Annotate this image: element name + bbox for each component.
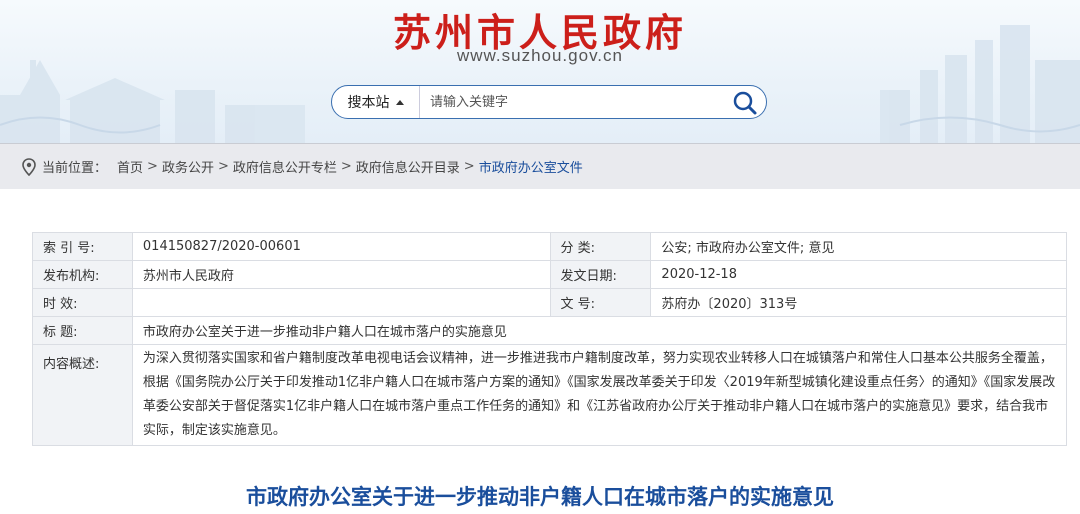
index-label: 索 引 号: xyxy=(32,232,133,261)
document-info-table: 索 引 号: 014150827/2020-00601 分 类: 公安; 市政府… xyxy=(32,232,1068,446)
validity-value xyxy=(131,288,551,317)
search-scope-dropdown[interactable]: 搜本站 xyxy=(332,86,420,118)
breadcrumb-separator: > xyxy=(217,159,229,174)
table-row: 内容概述: 为深入贯彻落实国家和省户籍制度改革电视电话会议精神，进一步推进我市户… xyxy=(32,344,1068,446)
search-scope-label: 搜本站 xyxy=(347,95,390,111)
breadcrumb-home[interactable]: 首页 xyxy=(117,157,143,176)
category-value: 公安; 市政府办公室文件; 意见 xyxy=(650,232,1067,261)
docno-label: 文 号: xyxy=(549,288,652,317)
category-label: 分 类: xyxy=(549,232,652,261)
site-url[interactable]: www.suzhou.gov.cn xyxy=(0,46,1080,66)
date-value: 2020-12-18 xyxy=(650,260,1067,289)
issuer-value: 苏州市人民政府 xyxy=(131,260,551,289)
table-row: 标 题: 市政府办公室关于进一步推动非户籍人口在城市落户的实施意见 xyxy=(32,316,1068,345)
title-label: 标 题: xyxy=(32,316,133,345)
breadcrumb-separator: > xyxy=(147,159,158,174)
breadcrumb-gov-affairs[interactable]: 政务公开 xyxy=(162,157,214,176)
summary-value: 为深入贯彻落实国家和省户籍制度改革电视电话会议精神，进一步推进我市户籍制度改革，… xyxy=(131,344,1068,446)
validity-label: 时 效: xyxy=(32,288,133,317)
index-value: 014150827/2020-00601 xyxy=(131,232,551,261)
summary-label: 内容概述: xyxy=(32,344,133,446)
caret-up-icon xyxy=(395,99,404,105)
table-row: 索 引 号: 014150827/2020-00601 分 类: 公安; 市政府… xyxy=(32,232,1067,261)
breadcrumb-info-column[interactable]: 政府信息公开专栏 xyxy=(233,157,337,176)
search-icon[interactable] xyxy=(732,90,758,116)
breadcrumb-info-catalog[interactable]: 政府信息公开目录 xyxy=(356,157,460,176)
title-value: 市政府办公室关于进一步推动非户籍人口在城市落户的实施意见 xyxy=(131,316,1068,345)
date-label: 发文日期: xyxy=(549,260,652,289)
breadcrumb-prefix: 当前位置： xyxy=(42,161,108,176)
search-bar: 搜本站 xyxy=(331,85,767,119)
document-title: 市政府办公室关于进一步推动非户籍人口在城市落户的实施意见 xyxy=(246,485,834,509)
breadcrumb-separator: > xyxy=(340,159,352,174)
table-row: 发布机构: 苏州市人民政府 发文日期: 2020-12-18 xyxy=(32,260,1067,289)
breadcrumb-separator: > xyxy=(463,159,475,174)
site-header: 苏州市人民政府 www.suzhou.gov.cn 搜本站 xyxy=(0,0,1080,143)
breadcrumb-current[interactable]: 市政府办公室文件 xyxy=(479,157,583,176)
location-pin-icon xyxy=(22,157,36,176)
docno-value: 苏府办〔2020〕313号 xyxy=(650,288,1067,317)
search-input[interactable] xyxy=(430,91,720,113)
issuer-label: 发布机构: xyxy=(32,260,133,289)
breadcrumb: 当前位置： 首页 > 政务公开 > 政府信息公开专栏 > 政府信息公开目录 > … xyxy=(0,143,1080,189)
table-row: 时 效: 文 号: 苏府办〔2020〕313号 xyxy=(32,288,1067,317)
